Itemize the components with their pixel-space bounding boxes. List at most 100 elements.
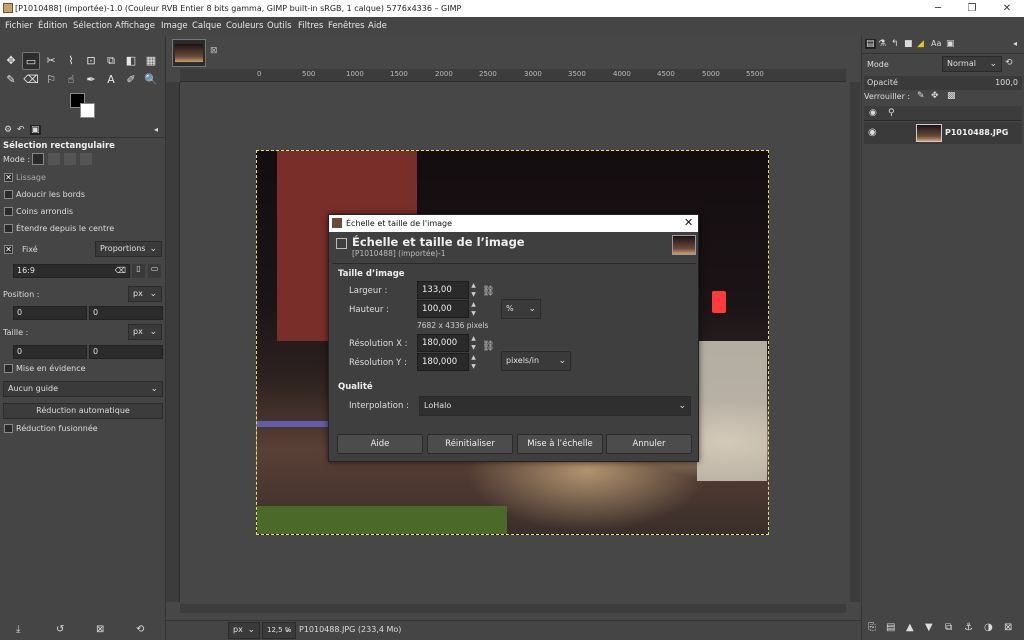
reset-button[interactable]: Réinitialiser	[427, 434, 513, 454]
image-tab-thumbnail[interactable]	[172, 39, 206, 67]
background-color-swatch[interactable]	[80, 103, 95, 118]
zoom-icon[interactable]: 🔍	[142, 71, 160, 89]
size-unit-dropdown[interactable]: % ⌄	[501, 299, 541, 319]
close-image-tab-icon[interactable]: ⊠	[210, 46, 218, 56]
menu-filtres[interactable]: Filtres	[298, 21, 323, 31]
mode-replace-icon[interactable]	[32, 153, 44, 165]
resolution-y-input[interactable]: 180,000	[417, 353, 469, 371]
fixed-mode-dropdown[interactable]: Proportions ⌄	[95, 241, 162, 257]
menu-affichage[interactable]: Affichage	[115, 21, 155, 31]
clone-icon[interactable]: ⚐	[42, 71, 60, 89]
rect-select-icon[interactable]: ▭	[22, 52, 40, 70]
horizontal-scrollbar[interactable]	[180, 604, 846, 613]
restore-options-icon[interactable]: ↺	[56, 624, 64, 635]
landscape-icon[interactable]: ▭	[148, 264, 161, 278]
save-options-icon[interactable]: ⤓	[16, 624, 20, 635]
new-group-icon[interactable]: ▤	[886, 622, 895, 633]
auto-shrink-button[interactable]: Réduction automatique	[3, 403, 163, 419]
crop-icon[interactable]: ⊡	[82, 52, 100, 70]
size-unit-dropdown[interactable]: px ⌄	[128, 324, 162, 340]
ratio-input[interactable]: 16:9 ⌫	[13, 264, 130, 278]
layer-row[interactable]: ◉ P1010488.JPG	[864, 122, 1022, 144]
tab-menu-icon[interactable]: ◂	[1013, 39, 1017, 48]
lock-pixels-icon[interactable]: ✎	[917, 91, 925, 101]
mode-intersect-icon[interactable]	[80, 153, 92, 165]
maximize-icon[interactable]: ❐	[955, 0, 989, 17]
menu-selection[interactable]: Sélection	[73, 21, 112, 31]
reset-mode-icon[interactable]: ⟲	[1005, 58, 1013, 68]
lock-alpha-icon[interactable]: ▩	[947, 91, 956, 101]
rounded-corners-checkbox[interactable]	[4, 207, 13, 216]
menu-couleurs[interactable]: Couleurs	[226, 21, 263, 31]
lock-position-icon[interactable]: ✥	[931, 91, 939, 101]
dialog-close-icon[interactable]: ✕	[684, 216, 693, 229]
resy-spinner-icon[interactable]: ▲ ▼	[469, 353, 478, 371]
resolution-chain-icon[interactable]: ⛓	[482, 341, 495, 352]
mode-add-icon[interactable]	[48, 153, 60, 165]
eye-icon[interactable]: ◉	[868, 127, 877, 138]
cancel-button[interactable]: Annuler	[606, 434, 692, 454]
gradients-tab-icon[interactable]: ◢	[917, 39, 924, 49]
feather-checkbox[interactable]	[4, 190, 13, 199]
size-h-input[interactable]: 0	[89, 345, 163, 359]
smudge-icon[interactable]: ☝	[62, 71, 80, 89]
brushes-tab-icon[interactable]: ■	[904, 39, 913, 49]
resolution-unit-dropdown[interactable]: pixels/in ⌄	[501, 351, 571, 371]
duplicate-layer-icon[interactable]: ⧉	[945, 622, 952, 633]
expand-center-checkbox[interactable]	[4, 224, 13, 233]
paintbrush-icon[interactable]: ✎	[2, 71, 20, 89]
text-icon[interactable]: A	[102, 71, 120, 89]
width-spinner-icon[interactable]: ▲ ▼	[469, 281, 478, 299]
smoothing-checkbox[interactable]: ✕	[4, 173, 13, 182]
size-w-input[interactable]: 0	[13, 345, 87, 359]
tab-menu-icon[interactable]: ◂	[154, 125, 158, 134]
mask-icon[interactable]: ◑	[984, 622, 993, 633]
highlight-checkbox[interactable]	[4, 364, 13, 373]
menu-fenetres[interactable]: Fenêtres	[328, 21, 365, 31]
zoom-dropdown[interactable]: 12,5 % ⌄	[262, 622, 296, 639]
menu-outils[interactable]: Outils	[267, 21, 292, 31]
layer-mode-dropdown[interactable]: Normal ⌄	[942, 56, 1002, 72]
images-tab-icon[interactable]: ▣	[30, 125, 41, 135]
new-layer-icon[interactable]: ⎘	[868, 622, 876, 633]
reset-options-icon[interactable]: ⟲	[136, 624, 144, 635]
scale-button[interactable]: Mise à l’échelle	[517, 434, 603, 454]
position-x-input[interactable]: 0	[13, 306, 87, 320]
interpolation-dropdown[interactable]: LoHalo ⌄	[419, 396, 691, 416]
shrink-merged-checkbox[interactable]	[4, 424, 13, 433]
close-icon[interactable]: ✕	[990, 0, 1024, 17]
minimize-icon[interactable]: ─	[921, 0, 955, 17]
path-icon[interactable]: ✒	[82, 71, 100, 89]
menu-aide[interactable]: Aide	[368, 21, 387, 31]
undo-history-tab-icon[interactable]: ↶	[17, 125, 25, 135]
lower-layer-icon[interactable]: ▼	[925, 622, 933, 633]
anchor-layer-icon[interactable]: ⚓	[964, 622, 973, 633]
mode-subtract-icon[interactable]	[64, 153, 76, 165]
images-tab-icon[interactable]: ▣	[946, 39, 955, 49]
clear-icon[interactable]: ⌫	[115, 265, 126, 277]
portrait-icon[interactable]: ▯	[132, 264, 145, 278]
height-input[interactable]: 100,00	[417, 300, 469, 318]
menu-image[interactable]: Image	[161, 21, 188, 31]
menu-edition[interactable]: Édition	[38, 21, 67, 31]
resolution-x-input[interactable]: 180,000	[417, 334, 469, 352]
color-picker-icon[interactable]: ✐	[122, 71, 140, 89]
delete-options-icon[interactable]: ⊠	[96, 624, 104, 635]
position-y-input[interactable]: 0	[89, 306, 163, 320]
position-unit-dropdown[interactable]: px ⌄	[128, 286, 162, 302]
paintbucket-icon[interactable]: ◧	[122, 52, 140, 70]
vertical-scrollbar[interactable]	[850, 82, 860, 602]
resx-spinner-icon[interactable]: ▲ ▼	[469, 334, 478, 352]
guides-dropdown[interactable]: Aucun guide ⌄	[3, 381, 163, 397]
move-icon[interactable]: ✥	[2, 52, 20, 70]
fonts-tab-icon[interactable]: Aa	[931, 39, 941, 48]
eraser-icon[interactable]: ⌫	[22, 71, 40, 89]
unified-transform-icon[interactable]: ⧉	[102, 52, 120, 70]
paths-tab-icon[interactable]: ↰	[891, 39, 899, 49]
warp-icon[interactable]: ⌇	[62, 52, 80, 70]
fixed-checkbox[interactable]: ✕	[4, 245, 13, 254]
channels-tab-icon[interactable]: ⚗	[878, 39, 886, 49]
height-spinner-icon[interactable]: ▲ ▼	[469, 300, 478, 318]
opacity-slider[interactable]: Opacité 100,0	[864, 76, 1022, 90]
width-input[interactable]: 133,00	[417, 281, 469, 299]
